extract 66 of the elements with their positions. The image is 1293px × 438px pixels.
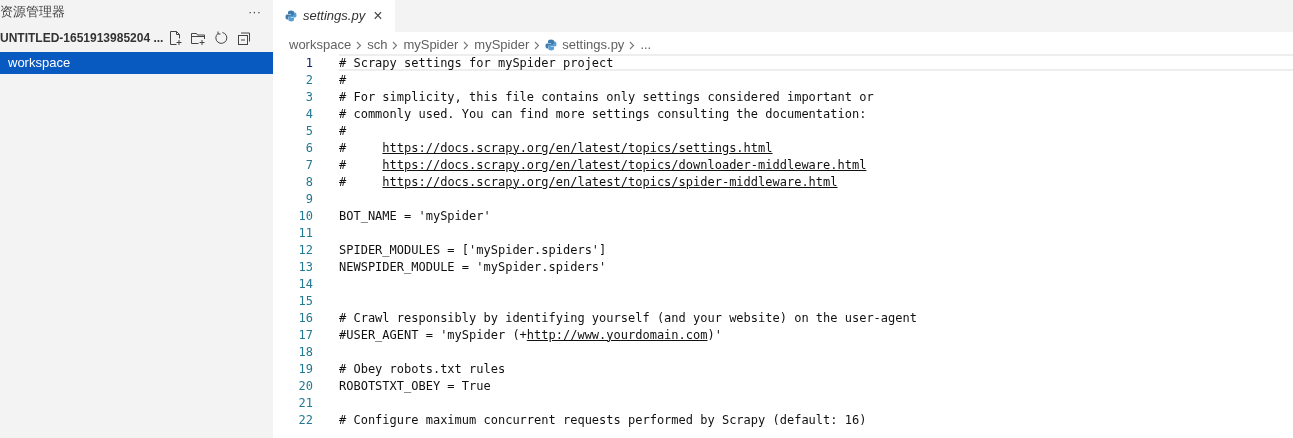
code-link[interactable]: https://docs.scrapy.org/en/latest/topics/downloader-middleware.html xyxy=(382,157,867,172)
line-number: 11 xyxy=(297,224,313,242)
breadcrumb-item[interactable]: ... xyxy=(640,35,652,55)
breadcrumb-item[interactable]: mySpider xyxy=(474,35,530,55)
code-line: # For simplicity, this file contains only settings considered important or xyxy=(339,88,874,106)
line-number: 8 xyxy=(304,173,313,191)
more-actions-button[interactable]: ··· xyxy=(248,2,261,22)
chevron-icon xyxy=(356,40,363,50)
line-number: 21 xyxy=(297,394,313,412)
chevron-icon xyxy=(392,40,399,50)
new-file-icon[interactable] xyxy=(167,30,184,46)
chevron-icon xyxy=(463,40,470,50)
refresh-icon[interactable] xyxy=(213,30,230,46)
line-number: 17 xyxy=(297,326,313,344)
explorer-item[interactable]: workspace xyxy=(0,52,273,74)
python-file-icon xyxy=(285,10,297,22)
line-number: 1 xyxy=(304,54,313,72)
line-number: 12 xyxy=(297,241,313,259)
sidebar-title: 资源管理器 xyxy=(0,3,65,22)
code-line: NEWSPIDER_MODULE = 'mySpider.spiders' xyxy=(339,258,607,276)
breadcrumb-item[interactable]: workspace xyxy=(289,35,352,55)
code-line: ROBOTSTXT_OBEY = True xyxy=(339,377,491,395)
code-line: # https://docs.scrapy.org/en/latest/topics/downloader-middleware.html xyxy=(339,156,867,174)
code-line: # commonly used. You can find more settings consulting the documentation: xyxy=(339,105,867,123)
line-number: 20 xyxy=(297,377,313,395)
line-number: 15 xyxy=(297,292,313,310)
code-link[interactable]: https://docs.scrapy.org/en/latest/topics/settings.html xyxy=(382,140,773,155)
line-number: 22 xyxy=(297,411,313,429)
line-number: 3 xyxy=(304,88,313,106)
code-line: # Obey robots.txt rules xyxy=(339,360,506,378)
line-number: 18 xyxy=(297,343,313,361)
code-line: # Configure maximum concurrent requests performed by Scrapy (default: 16) xyxy=(339,411,867,429)
line-number: 16 xyxy=(297,309,313,327)
workspace-header[interactable]: UNTITLED-1651913985204 ... xyxy=(0,29,164,47)
code-line: # xyxy=(339,71,347,89)
line-number: 13 xyxy=(297,258,313,276)
line-number: 10 xyxy=(297,207,313,225)
code-line: # xyxy=(339,122,347,140)
line-number: 5 xyxy=(304,122,313,140)
new-folder-icon[interactable] xyxy=(190,30,207,46)
code-line: # Scrapy settings for mySpider project xyxy=(339,54,614,72)
tab-label: settings.py xyxy=(303,7,366,26)
chevron-icon xyxy=(534,40,541,50)
close-tab-button[interactable]: × xyxy=(373,8,383,24)
code-line: # Crawl responsibly by identifying yourself (and your website) on the user-agent xyxy=(339,309,917,327)
editor-tab[interactable]: settings.py × xyxy=(273,0,395,32)
line-number: 4 xyxy=(304,105,313,123)
line-number: 19 xyxy=(297,360,313,378)
line-number: 14 xyxy=(297,275,313,293)
code-line: #USER_AGENT = 'mySpider (+http://www.yourdomain.com)' xyxy=(339,326,722,344)
collapse-all-icon[interactable] xyxy=(236,30,253,46)
python-file-icon xyxy=(545,39,558,51)
code-line: BOT_NAME = 'mySpider' xyxy=(339,207,491,225)
line-number: 2 xyxy=(304,71,313,89)
line-number: 7 xyxy=(304,156,313,174)
line-number: 9 xyxy=(304,190,313,208)
chevron-icon xyxy=(629,40,636,50)
breadcrumb-item[interactable]: mySpider xyxy=(403,35,459,55)
code-line: # https://docs.scrapy.org/en/latest/topics/settings.html xyxy=(339,139,773,157)
code-link[interactable]: https://docs.scrapy.org/en/latest/topics/spider-middleware.html xyxy=(382,174,838,189)
code-link[interactable]: http://www.yourdomain.com xyxy=(526,327,708,342)
code-line: # https://docs.scrapy.org/en/latest/topics/spider-middleware.html xyxy=(339,173,838,191)
breadcrumb-item[interactable]: settings.py xyxy=(562,35,625,55)
breadcrumb-item[interactable]: sch xyxy=(367,35,388,55)
code-line: SPIDER_MODULES = ['mySpider.spiders'] xyxy=(339,241,607,259)
line-number: 6 xyxy=(304,139,313,157)
